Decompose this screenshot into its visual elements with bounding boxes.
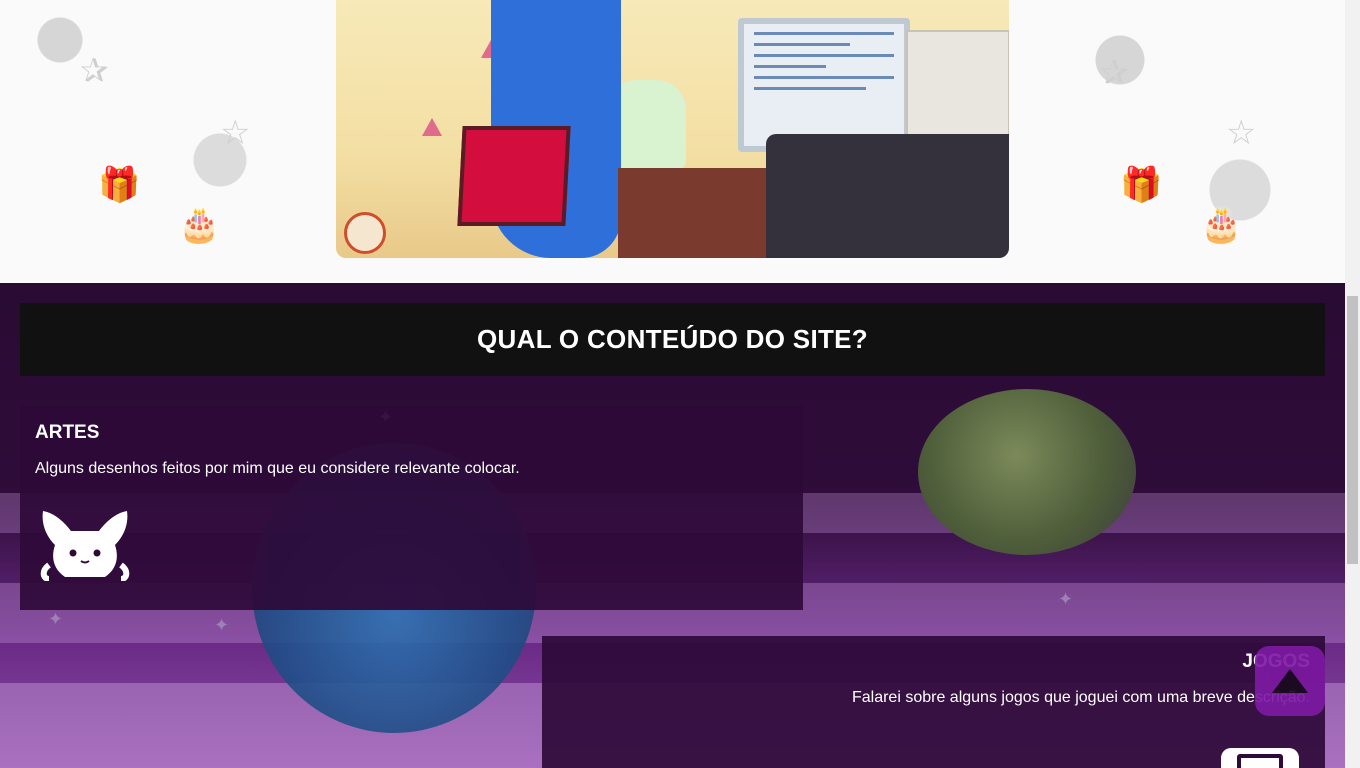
gift-icon: 🎁 <box>98 166 141 204</box>
cake-icon: 🎂 <box>178 206 221 244</box>
monitor-illustration <box>738 18 910 152</box>
chair-illustration <box>457 126 571 226</box>
star-icon: ☆ <box>220 114 251 152</box>
scrollbar-thumb[interactable] <box>1347 296 1358 564</box>
page-scrollbar[interactable] <box>1345 0 1360 768</box>
patterned-background: 🎁 ☆ ✰ 🎂 ✰ 🎁 ☆ 🎂 <box>0 0 1345 283</box>
star-icon: ✰ <box>1100 54 1129 92</box>
section-title: QUAL O CONTEÚDO DO SITE? <box>477 324 868 354</box>
star-icon: ✰ <box>80 52 109 90</box>
content-section: ✦ ✦ ✦ ✦ QUAL O CONTEÚDO DO SITE? ARTES A… <box>0 283 1345 768</box>
card-jogos[interactable]: JOGOS Falarei sobre alguns jogos que jog… <box>542 636 1325 768</box>
gift-icon: 🎁 <box>1120 166 1163 204</box>
star-icon: ✦ <box>1058 589 1074 609</box>
star-icon: ✦ <box>214 615 230 635</box>
scroll-to-top-button[interactable] <box>1255 646 1325 716</box>
section-heading-bar: QUAL O CONTEÚDO DO SITE? <box>20 303 1325 376</box>
star-icon: ✦ <box>48 609 64 629</box>
green-planet <box>918 389 1136 555</box>
pikachu-icon[interactable] <box>35 505 135 581</box>
hero-image <box>336 0 1009 258</box>
card-description: Alguns desenhos feitos por mim que eu co… <box>35 460 520 477</box>
card-artes[interactable]: ARTES Alguns desenhos feitos por mim que… <box>20 405 803 610</box>
cake-icon: 🎂 <box>1200 206 1243 244</box>
star-icon: ☆ <box>1226 114 1257 152</box>
card-description: Falarei sobre alguns jogos que joguei co… <box>851 689 1310 706</box>
clock-icon <box>344 212 386 254</box>
gameboy-icon[interactable] <box>1219 746 1301 768</box>
arrow-up-icon <box>1272 669 1308 693</box>
card-title: ARTES <box>35 422 100 443</box>
